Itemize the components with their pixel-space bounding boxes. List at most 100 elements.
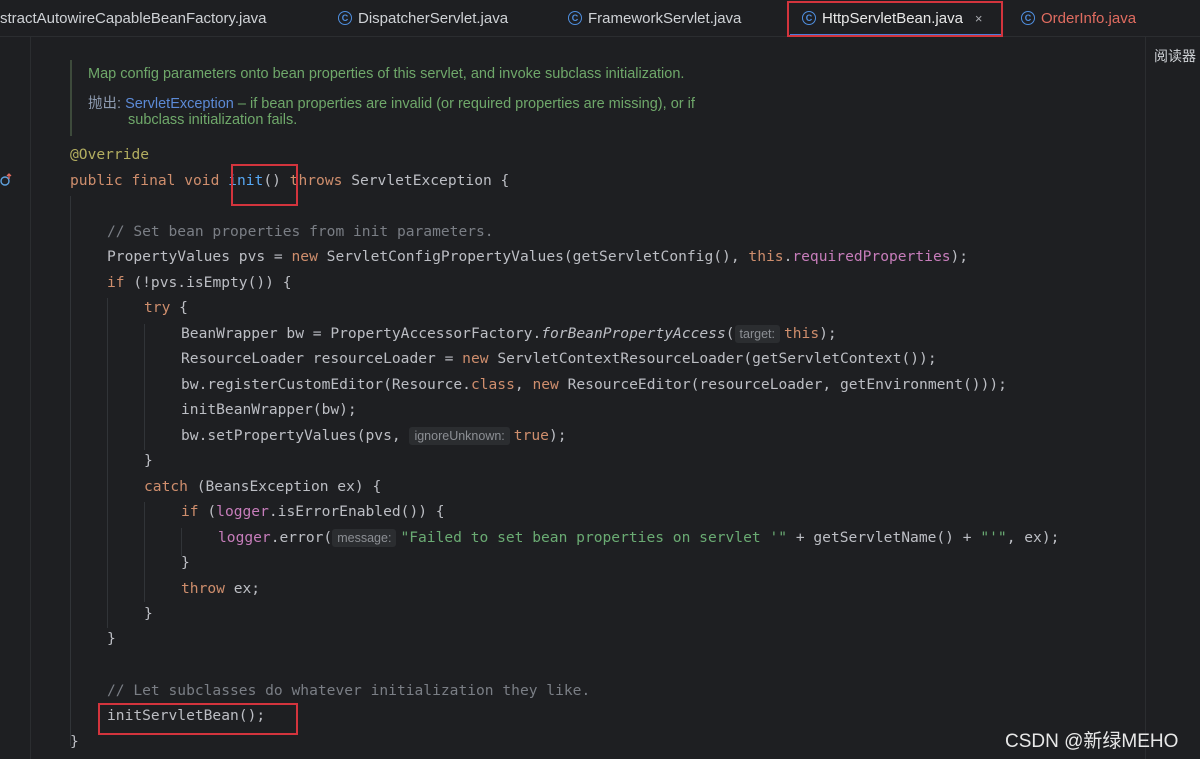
indent-guide xyxy=(181,528,182,556)
code-line-close-method: } xyxy=(70,732,79,752)
code-line-resource-loader: ResourceLoader resourceLoader = new Serv… xyxy=(181,349,937,369)
code-token: ); xyxy=(950,248,969,265)
if-keyword: if xyxy=(107,274,125,291)
signature-rest: ServletException { xyxy=(342,172,510,189)
comment: // Set bean properties from init paramet… xyxy=(107,223,494,240)
string-literal: "Failed to set bean properties on servle… xyxy=(400,529,788,546)
code-line-register-editor: bw.registerCustomEditor(Resource.class, … xyxy=(181,375,1007,395)
tab-label: DispatcherServlet.java xyxy=(358,9,509,27)
doc-throws-continuation: subclass initialization fails. xyxy=(128,112,298,128)
tab-order-info[interactable]: C OrderInfo.java xyxy=(1021,0,1136,36)
reader-mode-label[interactable]: 阅读器 xyxy=(1154,46,1196,66)
code-token: .isErrorEnabled()) { xyxy=(268,503,445,520)
true-literal: true xyxy=(513,427,549,444)
throws-keyword: throws xyxy=(280,172,343,189)
catch-keyword: catch xyxy=(144,478,188,495)
field-logger: logger xyxy=(218,529,271,546)
code-token: PropertyValues pvs = xyxy=(107,248,292,265)
doc-exception-link[interactable]: ServletException xyxy=(125,96,234,112)
editor-tab-bar: stractAutowireCapableBeanFactory.java C … xyxy=(0,0,1200,37)
method-name-init[interactable]: init xyxy=(228,172,263,189)
code-line-init-servlet-bean: initServletBean(); xyxy=(107,706,265,726)
close-tab-icon[interactable]: × xyxy=(975,11,983,26)
code-line-close-if: } xyxy=(181,553,190,573)
code-token: .error( xyxy=(270,529,333,546)
indent-guide xyxy=(144,502,145,602)
tab-label: HttpServletBean.java xyxy=(822,9,963,27)
code-line-comment: // Set bean properties from init paramet… xyxy=(107,222,494,242)
annotation: @Override xyxy=(70,146,150,163)
code-line-try: try { xyxy=(144,298,188,318)
code-line-if-error-enabled: if (logger.isErrorEnabled()) { xyxy=(181,502,445,522)
doc-throws-text: – if bean properties are invalid (or req… xyxy=(233,96,695,112)
code-line-catch: catch (BeansException ex) { xyxy=(144,477,381,497)
new-keyword: new xyxy=(462,350,489,367)
code-line-pvs: PropertyValues pvs = new ServletConfigPr… xyxy=(107,247,968,267)
try-keyword: try xyxy=(144,299,171,316)
parameter-hint: ignoreUnknown: xyxy=(409,427,510,445)
code-line-method-signature: public final void init() throws ServletE… xyxy=(70,171,509,191)
override-method-gutter-icon[interactable] xyxy=(0,173,12,187)
code-token: BeanWrapper bw = PropertyAccessorFactory… xyxy=(181,325,542,342)
csdn-watermark: CSDN @新绿MEHO xyxy=(1005,731,1179,752)
code-token: initBeanWrapper(bw); xyxy=(181,401,357,418)
tab-label: FrameworkServlet.java xyxy=(588,9,742,27)
code-line-close-outer-if: } xyxy=(107,629,116,649)
code-token: ResourceLoader resourceLoader = xyxy=(181,350,463,367)
static-method-call: forBeanPropertyAccess xyxy=(541,325,726,342)
code-token: (!pvs.isEmpty()) { xyxy=(124,274,292,291)
code-line-override: @Override xyxy=(70,145,149,165)
java-class-icon: C xyxy=(338,11,352,25)
code-editor[interactable] xyxy=(0,37,1200,759)
java-class-icon: C xyxy=(1021,11,1035,25)
code-line-if: if (!pvs.isEmpty()) { xyxy=(107,273,292,293)
code-line-init-bean-wrapper: initBeanWrapper(bw); xyxy=(181,400,357,420)
code-line-logger-error: logger.error(message: "Failed to set bean… xyxy=(218,528,1059,548)
parens: () xyxy=(263,172,281,189)
code-token: + getServletName() + xyxy=(787,529,981,546)
string-literal: "'" xyxy=(980,529,1007,546)
code-token: ); xyxy=(819,325,837,342)
code-token: } xyxy=(70,733,79,750)
indent-guide xyxy=(70,196,71,746)
tab-framework-servlet[interactable]: C FrameworkServlet.java xyxy=(568,0,741,36)
indent-guide xyxy=(107,298,108,628)
code-token: ResourceEditor(resourceLoader, getEnviro… xyxy=(558,376,1007,393)
new-keyword: new xyxy=(291,248,318,265)
tab-http-servlet-bean[interactable]: C HttpServletBean.java × xyxy=(790,0,1003,36)
doc-description: Map config parameters onto bean properti… xyxy=(88,66,685,82)
doc-throws-tag: 抛出: xyxy=(88,96,122,112)
code-token: } xyxy=(107,630,116,647)
code-token: ); xyxy=(548,427,567,444)
javadoc-block: Map config parameters onto bean properti… xyxy=(70,60,792,136)
comment: // Let subclasses do whatever initializa… xyxy=(107,682,591,699)
indent-guide xyxy=(144,324,145,450)
field-required-properties: requiredProperties xyxy=(792,248,951,265)
code-token: ( xyxy=(725,325,735,342)
code-token: , xyxy=(514,376,533,393)
code-token: (BeansException ex) { xyxy=(187,478,382,495)
if-keyword: if xyxy=(181,503,199,520)
this-keyword: this xyxy=(748,248,784,265)
code-line-throw: throw ex; xyxy=(181,579,260,599)
code-token: ( xyxy=(198,503,217,520)
throw-keyword: throw xyxy=(181,580,225,597)
new-keyword: new xyxy=(532,376,559,393)
code-token: } xyxy=(144,605,153,622)
right-margin-guide xyxy=(1145,37,1146,759)
tab-dispatcher-servlet[interactable]: C DispatcherServlet.java xyxy=(338,0,508,36)
code-token: , ex); xyxy=(1006,529,1060,546)
code-token: { xyxy=(170,299,188,316)
java-class-icon: C xyxy=(568,11,582,25)
gutter-divider xyxy=(30,37,31,759)
code-token: } xyxy=(144,452,153,469)
class-keyword: class xyxy=(470,376,515,393)
doc-throws-line: 抛出: ServletException – if bean propertie… xyxy=(88,92,695,113)
field-logger: logger xyxy=(216,503,269,520)
method-call-init-servlet-bean[interactable]: initServletBean(); xyxy=(107,707,265,724)
code-token: ServletContextResourceLoader(getServletC… xyxy=(488,350,937,367)
code-line-bean-wrapper: BeanWrapper bw = PropertyAccessorFactory… xyxy=(181,324,837,344)
code-token: ex; xyxy=(224,580,261,597)
tab-abstract-autowire-capable-bean-factory[interactable]: stractAutowireCapableBeanFactory.java xyxy=(0,0,267,36)
code-line-comment-subclasses: // Let subclasses do whatever initializa… xyxy=(107,681,590,701)
